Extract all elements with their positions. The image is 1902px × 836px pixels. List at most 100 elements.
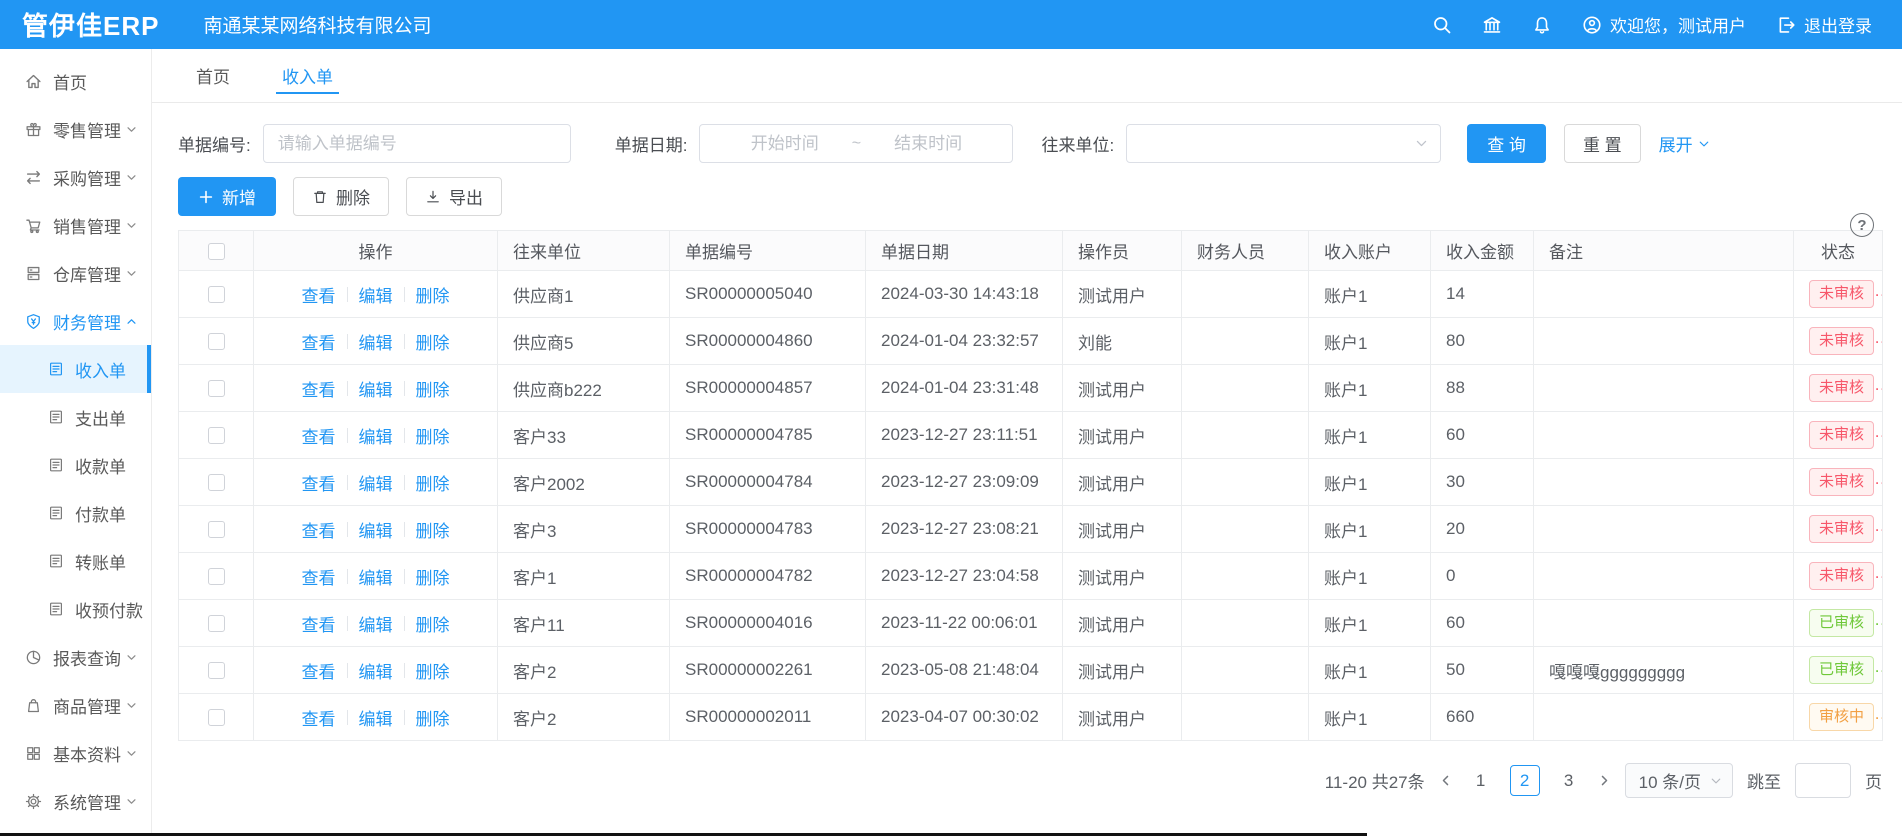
row-checkbox[interactable] — [208, 662, 225, 679]
row-checkbox[interactable] — [208, 709, 225, 726]
company-name: 南通某某网络科技有限公司 — [203, 11, 431, 38]
edit-link[interactable]: 编辑 — [359, 611, 393, 636]
cell-finance-staff — [1182, 647, 1309, 694]
delete-link[interactable]: 删除 — [416, 564, 450, 589]
view-link[interactable]: 查看 — [302, 470, 336, 495]
page-button-1[interactable]: 1 — [1466, 765, 1496, 796]
user-menu[interactable]: 欢迎您，测试用户 — [1582, 12, 1746, 37]
row-checkbox[interactable] — [208, 333, 225, 350]
search-icon[interactable] — [1432, 15, 1452, 35]
row-checkbox[interactable] — [208, 615, 225, 632]
sidebar-item-payment-bill[interactable]: 付款单 — [0, 489, 151, 537]
cell-finance-staff — [1182, 506, 1309, 553]
page-size-select[interactable]: 10 条/页 — [1625, 763, 1733, 798]
edit-link[interactable]: 编辑 — [359, 564, 393, 589]
delete-link[interactable]: 删除 — [416, 423, 450, 448]
row-checkbox[interactable] — [208, 474, 225, 491]
sidebar-item-basic-data[interactable]: 基本资料 — [0, 729, 151, 777]
view-link[interactable]: 查看 — [302, 517, 336, 542]
delete-link[interactable]: 删除 — [416, 517, 450, 542]
sidebar-item-warehouse[interactable]: 仓库管理 — [0, 249, 151, 297]
bell-icon[interactable] — [1532, 15, 1552, 35]
view-link[interactable]: 查看 — [302, 329, 336, 354]
select-all-checkbox[interactable] — [208, 243, 225, 260]
start-date-input[interactable] — [726, 134, 844, 154]
delete-link[interactable]: 删除 — [416, 705, 450, 730]
end-date-input[interactable] — [869, 134, 987, 154]
unit-select[interactable] — [1126, 124, 1441, 163]
sidebar-item-expense-bill[interactable]: 支出单 — [0, 393, 151, 441]
cell-remark — [1534, 600, 1794, 647]
view-link[interactable]: 查看 — [302, 611, 336, 636]
row-checkbox[interactable] — [208, 380, 225, 397]
sidebar-item-system[interactable]: 系统管理 — [0, 777, 151, 825]
prev-page-button[interactable] — [1439, 774, 1452, 787]
chevron-up-icon — [126, 316, 137, 327]
jump-page-input[interactable] — [1795, 763, 1851, 798]
expand-link[interactable]: 展开 — [1659, 131, 1710, 156]
export-button[interactable]: 导出 — [406, 177, 502, 216]
bag-icon — [25, 697, 42, 714]
sidebar-item-income-bill[interactable]: 收入单 — [0, 345, 151, 393]
sidebar-item-transfer-bill[interactable]: 转账单 — [0, 537, 151, 585]
cell-bill-date: 2023-12-27 23:08:21 — [866, 506, 1063, 553]
sidebar-item-reports[interactable]: 报表查询 — [0, 633, 151, 681]
page-button-2[interactable]: 2 — [1510, 765, 1540, 796]
row-checkbox[interactable] — [208, 521, 225, 538]
edit-link[interactable]: 编辑 — [359, 658, 393, 683]
edit-link[interactable]: 编辑 — [359, 282, 393, 307]
page-size-value: 10 条/页 — [1639, 768, 1701, 793]
delete-button[interactable]: 删除 — [293, 177, 389, 216]
delete-link[interactable]: 删除 — [416, 470, 450, 495]
view-link[interactable]: 查看 — [302, 705, 336, 730]
cell-amount: 50 — [1431, 647, 1534, 694]
cell-unit: 客户2002 — [498, 459, 670, 506]
bill-no-input[interactable] — [263, 124, 571, 163]
sidebar-item-purchase[interactable]: 采购管理 — [0, 153, 151, 201]
edit-link[interactable]: 编辑 — [359, 517, 393, 542]
edit-link[interactable]: 编辑 — [359, 423, 393, 448]
row-checkbox[interactable] — [208, 286, 225, 303]
divider — [404, 616, 405, 631]
edit-link[interactable]: 编辑 — [359, 376, 393, 401]
date-range-picker[interactable]: ~ — [699, 124, 1013, 163]
row-checkbox[interactable] — [208, 427, 225, 444]
search-button[interactable]: 查 询 — [1467, 124, 1546, 163]
edit-link[interactable]: 编辑 — [359, 470, 393, 495]
sidebar-item-finance[interactable]: 财务管理 — [0, 297, 151, 345]
help-icon[interactable]: ? — [1850, 213, 1874, 237]
row-checkbox[interactable] — [208, 568, 225, 585]
view-link[interactable]: 查看 — [302, 658, 336, 683]
sidebar-item-advance-payment[interactable]: 收预付款 — [0, 585, 151, 633]
edit-link[interactable]: 编辑 — [359, 329, 393, 354]
chevron-down-icon — [126, 220, 137, 231]
page-button-3[interactable]: 3 — [1554, 765, 1584, 796]
edit-link[interactable]: 编辑 — [359, 705, 393, 730]
reset-button[interactable]: 重 置 — [1564, 124, 1641, 163]
tab-bar: 首页 收入单 — [152, 49, 1902, 103]
next-page-button[interactable] — [1598, 774, 1611, 787]
sidebar-item-sales[interactable]: 销售管理 — [0, 201, 151, 249]
sidebar-item-retail[interactable]: 零售管理 — [0, 105, 151, 153]
delete-link[interactable]: 删除 — [416, 282, 450, 307]
divider — [347, 663, 348, 678]
view-link[interactable]: 查看 — [302, 564, 336, 589]
delete-link[interactable]: 删除 — [416, 329, 450, 354]
delete-link[interactable]: 删除 — [416, 376, 450, 401]
add-button[interactable]: 新增 — [178, 177, 276, 216]
bank-icon[interactable] — [1482, 15, 1502, 35]
home-icon — [25, 73, 42, 90]
sidebar-item-home[interactable]: 首页 — [0, 57, 151, 105]
view-link[interactable]: 查看 — [302, 423, 336, 448]
tab-home[interactable]: 首页 — [196, 63, 230, 102]
cell-bill-no: SR00000005040 — [670, 271, 866, 318]
sidebar-item-receipt-bill[interactable]: 收款单 — [0, 441, 151, 489]
logout-button[interactable]: 退出登录 — [1776, 12, 1872, 37]
view-link[interactable]: 查看 — [302, 376, 336, 401]
cell-finance-staff — [1182, 365, 1309, 412]
delete-link[interactable]: 删除 — [416, 658, 450, 683]
view-link[interactable]: 查看 — [302, 282, 336, 307]
delete-link[interactable]: 删除 — [416, 611, 450, 636]
sidebar-item-goods[interactable]: 商品管理 — [0, 681, 151, 729]
tab-income-bill[interactable]: 收入单 — [282, 63, 333, 102]
